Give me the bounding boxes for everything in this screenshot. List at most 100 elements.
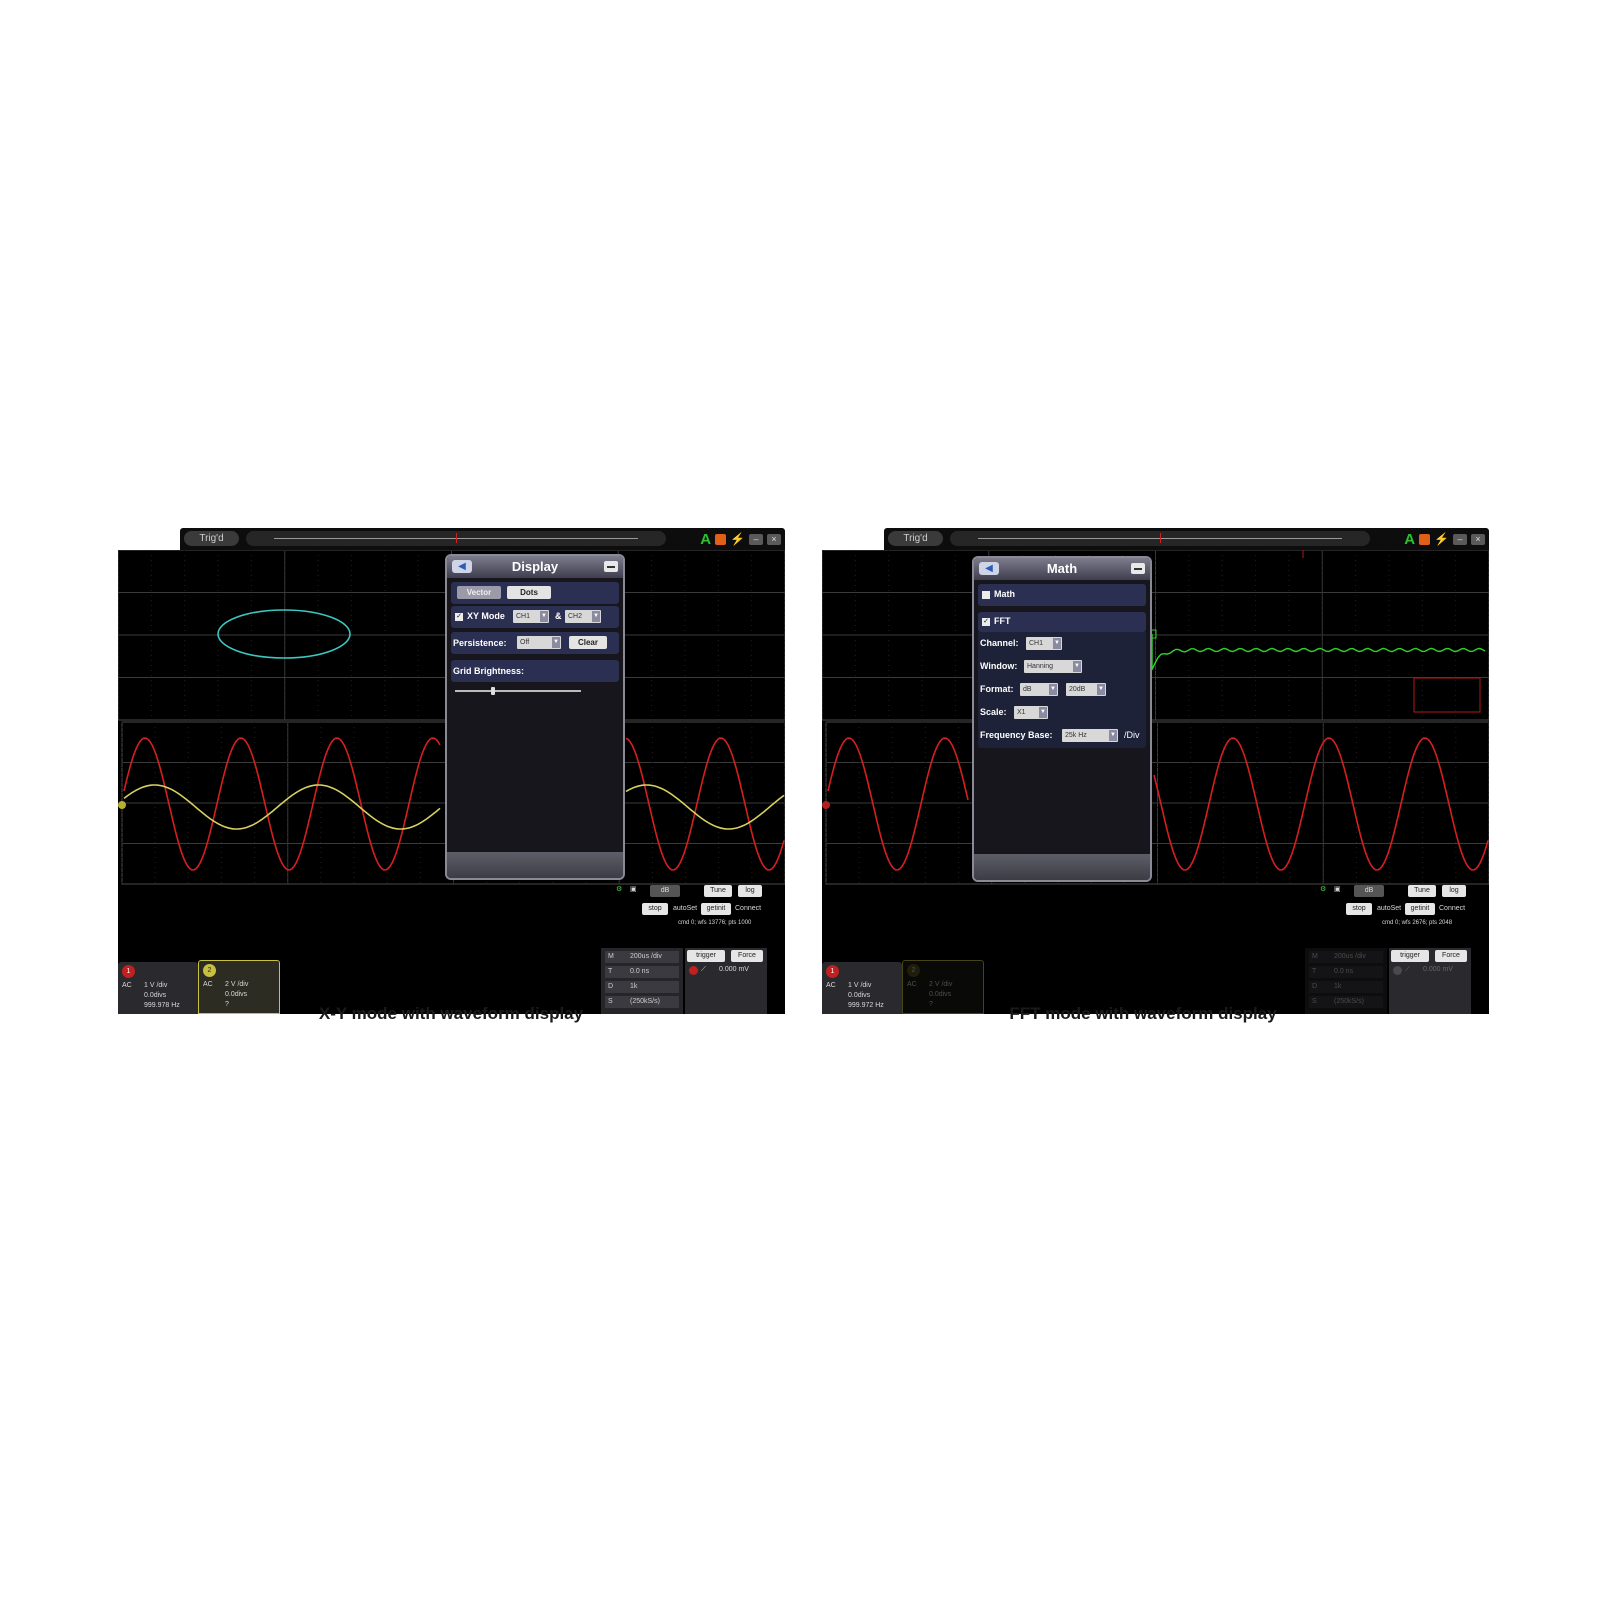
tune-button[interactable]: Tune bbox=[704, 885, 732, 897]
persistence-select[interactable]: Off ▼ bbox=[517, 636, 561, 649]
getinit-button[interactable]: getinit bbox=[1405, 903, 1435, 915]
position-marker[interactable] bbox=[1160, 533, 1161, 543]
math-label: Math bbox=[994, 589, 1015, 599]
ch1-icon[interactable]: 1 bbox=[826, 965, 839, 978]
dropdown-arrow-icon: ▼ bbox=[1073, 661, 1081, 672]
ch1-freq: 999.972 Hz bbox=[848, 1002, 884, 1009]
close-button[interactable]: × bbox=[1471, 533, 1485, 545]
status-line: cmd 0; wfs 13776; pts 1000 bbox=[678, 920, 752, 926]
tune-button[interactable]: Tune bbox=[1408, 885, 1436, 897]
fft-window-select[interactable]: Hanning ▼ bbox=[1024, 660, 1082, 673]
db-toggle[interactable]: dB bbox=[1354, 885, 1384, 897]
probe-icon[interactable]: ⚙ bbox=[616, 885, 622, 893]
getinit-button[interactable]: getinit bbox=[701, 903, 731, 915]
render-mode-row: Vector Dots bbox=[451, 582, 619, 604]
fft-channel-select[interactable]: CH1 ▼ bbox=[1026, 637, 1062, 650]
save-icon[interactable]: ▣ bbox=[630, 885, 637, 893]
collapse-icon[interactable] bbox=[604, 561, 618, 572]
ch2-marker bbox=[118, 801, 126, 809]
ch2-offset: 0.0divs bbox=[929, 991, 952, 998]
math-panel: ◀ Math Math ✓ FFT Channel: CH1 ▼ Window: bbox=[972, 556, 1152, 882]
clear-button[interactable]: Clear bbox=[569, 636, 607, 649]
math-checkbox[interactable] bbox=[982, 591, 990, 599]
connect-label[interactable]: Connect bbox=[1439, 905, 1465, 912]
save-icon[interactable]: ▣ bbox=[1334, 885, 1341, 893]
math-row: Math bbox=[978, 584, 1146, 606]
trigger-status-tab[interactable]: Trig'd bbox=[184, 531, 239, 546]
db-toggle[interactable]: dB bbox=[650, 885, 680, 897]
log-button[interactable]: log bbox=[1442, 885, 1466, 897]
close-button[interactable]: × bbox=[767, 533, 781, 545]
back-arrow-icon[interactable]: ◀ bbox=[452, 560, 472, 573]
ch2-info-box[interactable]: 2 AC 2 V /div 0.0divs ? bbox=[198, 960, 280, 1014]
stop-button[interactable]: stop bbox=[642, 903, 668, 915]
fft-format-select[interactable]: dB ▼ bbox=[1020, 683, 1058, 696]
ch1-coupling: AC bbox=[122, 982, 132, 989]
timebase-row: T 0.0 ns bbox=[1309, 966, 1383, 978]
status-line: cmd 0; wfs 2676; pts 2048 bbox=[1382, 920, 1453, 926]
auto-icon[interactable]: A bbox=[700, 531, 711, 548]
ch1-offset: 0.0divs bbox=[144, 992, 167, 999]
timebase-box[interactable]: M 200us /div T 0.0 ns D 1k S (250kS/s) bbox=[1305, 948, 1387, 1014]
force-button[interactable]: Force bbox=[1435, 950, 1467, 962]
panel-title: Math bbox=[1046, 561, 1078, 576]
timebase-row: T 0.0 ns bbox=[605, 966, 679, 978]
ch1-info-box[interactable]: 1 AC 1 V /div 0.0divs 999.978 Hz bbox=[118, 962, 198, 1014]
dropdown-arrow-icon: ▼ bbox=[1053, 638, 1061, 649]
bolt-icon[interactable]: ⚡ bbox=[1434, 532, 1449, 546]
stop-icon[interactable] bbox=[1419, 533, 1431, 545]
dropdown-arrow-icon: ▼ bbox=[592, 611, 600, 622]
trigger-slope-icon[interactable]: ⟋ bbox=[701, 966, 706, 974]
persistence-label: Persistence: bbox=[453, 638, 507, 648]
fft-scale-select[interactable]: X1 ▼ bbox=[1014, 706, 1048, 719]
stop-button[interactable]: stop bbox=[1346, 903, 1372, 915]
xy-channel-b-select[interactable]: CH2 ▼ bbox=[565, 610, 601, 623]
grid-brightness-row: Grid Brightness: bbox=[451, 660, 619, 682]
timebase-box[interactable]: M 200us /div T 0.0 ns D 1k S (250kS/s) bbox=[601, 948, 683, 1014]
persistence-row: Persistence: Off ▼ Clear bbox=[451, 632, 619, 654]
connect-label[interactable]: Connect bbox=[735, 905, 761, 912]
position-marker[interactable] bbox=[456, 533, 457, 543]
vector-button[interactable]: Vector bbox=[457, 586, 501, 599]
back-arrow-icon[interactable]: ◀ bbox=[979, 562, 999, 575]
bolt-icon[interactable]: ⚡ bbox=[730, 532, 745, 546]
force-button[interactable]: Force bbox=[731, 950, 763, 962]
dots-button[interactable]: Dots bbox=[507, 586, 551, 599]
timebase-row: M 200us /div bbox=[605, 951, 679, 963]
fft-checkbox[interactable]: ✓ bbox=[982, 618, 990, 626]
minimize-button[interactable]: – bbox=[749, 533, 763, 545]
grid-brightness-slider[interactable] bbox=[455, 690, 581, 692]
horizontal-position-track[interactable] bbox=[246, 531, 666, 546]
trigger-button[interactable]: trigger bbox=[1391, 950, 1429, 962]
frequency-base-select[interactable]: 25k Hz ▼ bbox=[1062, 729, 1118, 742]
caption-left: X-Y mode with waveform display bbox=[318, 1004, 584, 1023]
collapse-icon[interactable] bbox=[1131, 563, 1145, 574]
ch2-offset: 0.0divs bbox=[225, 991, 248, 998]
auto-icon[interactable]: A bbox=[1404, 531, 1415, 548]
xy-channel-a-select[interactable]: CH1 ▼ bbox=[513, 610, 549, 623]
select-value: X1 bbox=[1017, 709, 1026, 716]
amp-label: & bbox=[555, 611, 562, 621]
xy-mode-checkbox[interactable]: ✓ bbox=[455, 613, 463, 621]
ch2-icon[interactable]: 2 bbox=[907, 964, 920, 977]
ch1-volts: 1 V /div bbox=[144, 982, 168, 989]
autoset-label[interactable]: autoSet bbox=[673, 905, 697, 912]
ch1-info-box[interactable]: 1 AC 1 V /div 0.0divs 999.972 Hz bbox=[822, 962, 902, 1014]
log-button[interactable]: log bbox=[738, 885, 762, 897]
ch1-marker bbox=[822, 801, 830, 809]
stop-icon[interactable] bbox=[715, 533, 727, 545]
ch2-icon[interactable]: 2 bbox=[203, 964, 216, 977]
grid-brightness-handle[interactable] bbox=[490, 687, 495, 695]
timebase-row: S (250kS/s) bbox=[605, 996, 679, 1008]
trigger-button[interactable]: trigger bbox=[687, 950, 725, 962]
ch1-icon[interactable]: 1 bbox=[122, 965, 135, 978]
ch2-info-box[interactable]: 2 AC 2 V /div 0.0divs ? bbox=[902, 960, 984, 1014]
panel-footer bbox=[974, 854, 1150, 880]
fft-db-scale-select[interactable]: 20dB ▼ bbox=[1066, 683, 1106, 696]
trigger-slope-icon[interactable]: ⟋ bbox=[1405, 966, 1410, 974]
probe-icon[interactable]: ⚙ bbox=[1320, 885, 1326, 893]
minimize-button[interactable]: – bbox=[1453, 533, 1467, 545]
trigger-status-tab[interactable]: Trig'd bbox=[888, 531, 943, 546]
horizontal-position-track[interactable] bbox=[950, 531, 1370, 546]
autoset-label[interactable]: autoSet bbox=[1377, 905, 1401, 912]
